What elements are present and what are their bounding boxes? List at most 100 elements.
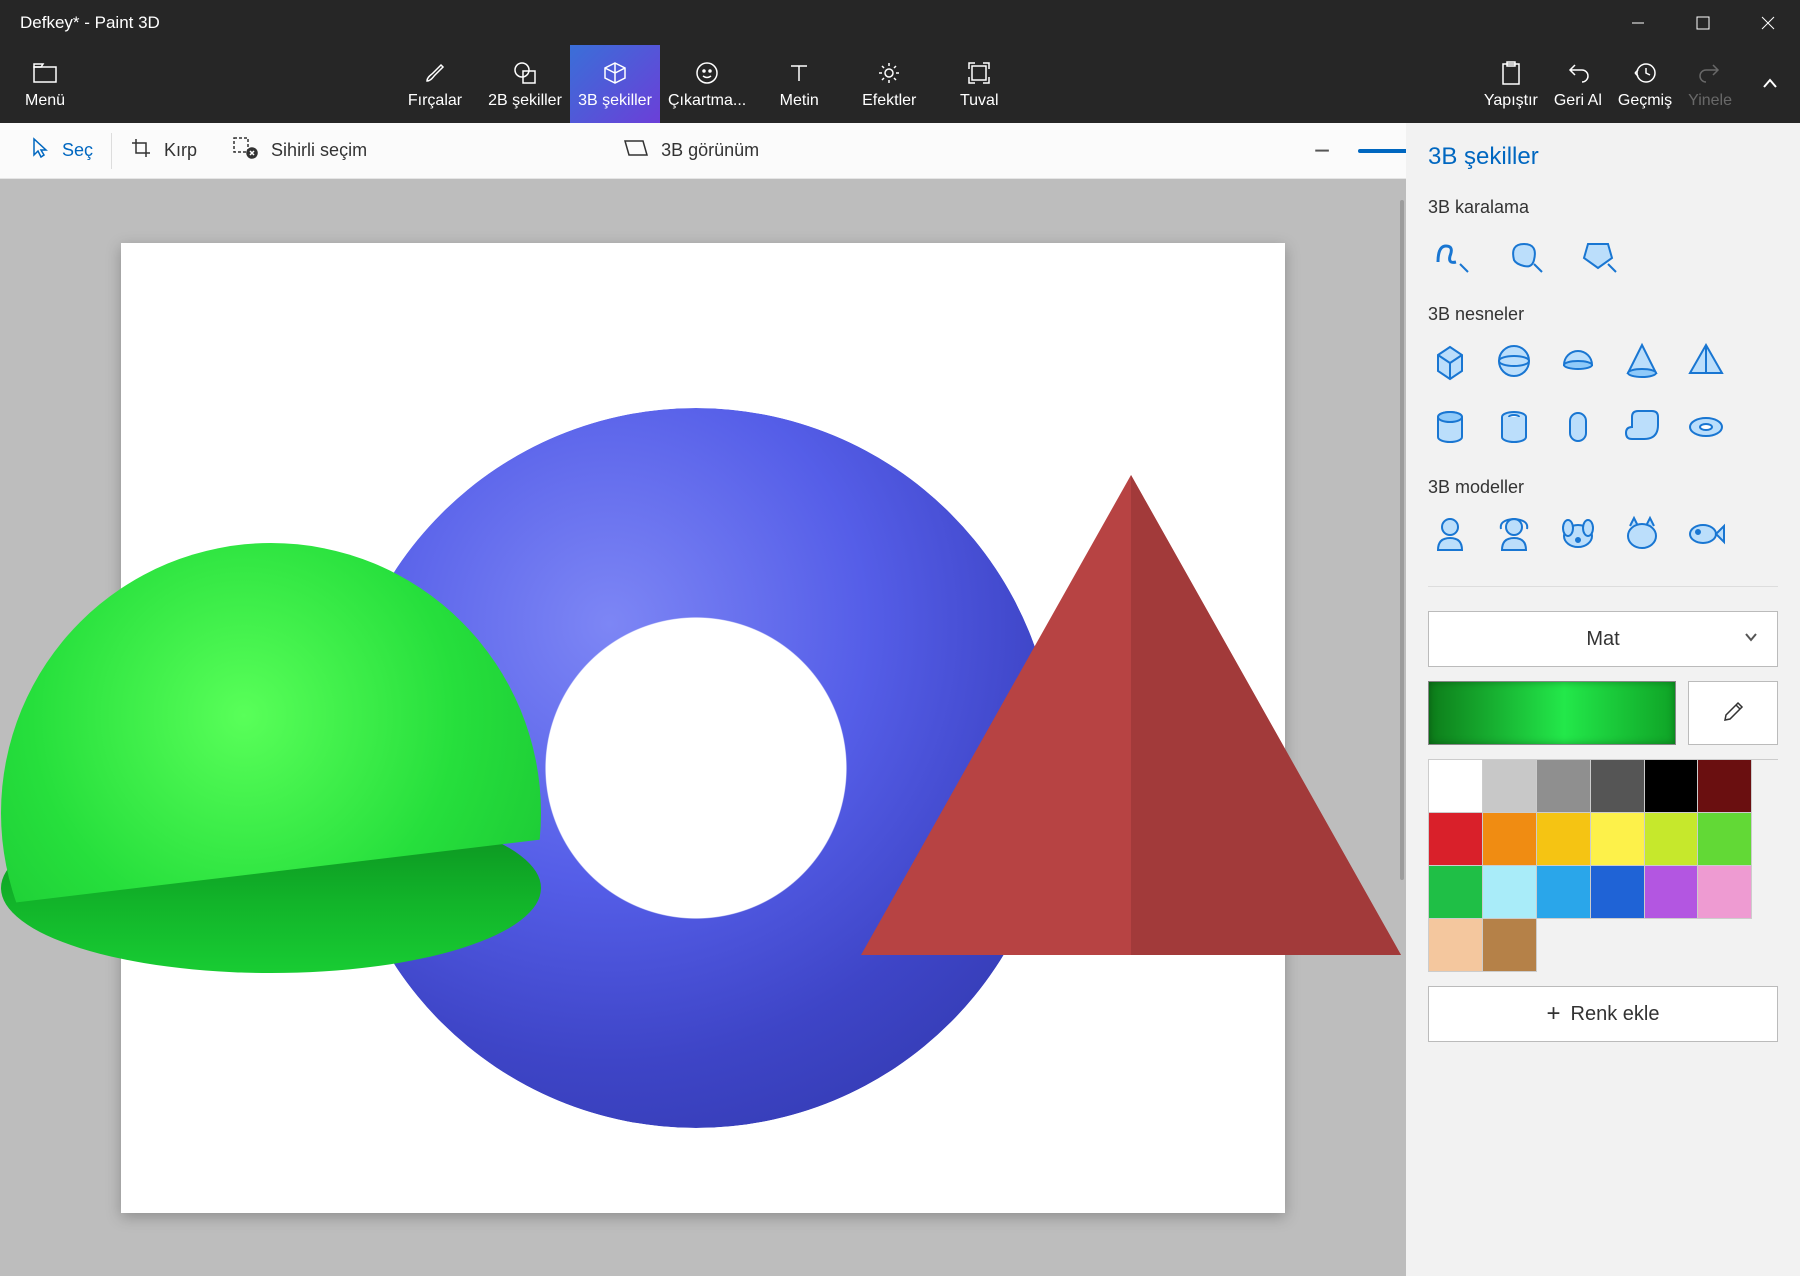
eyedropper-button[interactable] bbox=[1688, 681, 1778, 745]
models-grid bbox=[1428, 512, 1778, 556]
tab-effects[interactable]: Efektler bbox=[844, 45, 934, 123]
color-swatch-6[interactable] bbox=[1429, 813, 1483, 866]
tab-brushes[interactable]: Fırçalar bbox=[390, 45, 480, 123]
color-swatch-17[interactable] bbox=[1698, 866, 1752, 919]
tab-2d-shapes[interactable]: 2B şekiller bbox=[480, 45, 570, 123]
color-swatch-12[interactable] bbox=[1429, 866, 1483, 919]
color-swatch-15[interactable] bbox=[1591, 866, 1645, 919]
text-icon bbox=[787, 58, 811, 88]
menu-button[interactable]: Menü bbox=[0, 45, 90, 123]
canvas[interactable] bbox=[121, 243, 1285, 1213]
cone-button[interactable] bbox=[1620, 339, 1664, 383]
tab-canvas[interactable]: Tuval bbox=[934, 45, 1024, 123]
cube-icon bbox=[603, 58, 627, 88]
select-tool[interactable]: Seç bbox=[12, 123, 111, 178]
folder-icon bbox=[33, 58, 57, 88]
hemisphere-button[interactable] bbox=[1556, 339, 1600, 383]
curved-cylinder-button[interactable] bbox=[1620, 405, 1664, 449]
sphere-button[interactable] bbox=[1492, 339, 1536, 383]
woman-model-button[interactable] bbox=[1492, 512, 1536, 556]
color-swatch-11[interactable] bbox=[1698, 813, 1752, 866]
title-bar: Defkey* - Paint 3D bbox=[0, 0, 1800, 45]
color-swatch-19[interactable] bbox=[1483, 919, 1537, 972]
crop-tool[interactable]: Kırp bbox=[112, 123, 215, 178]
right-panel: 3B şekiller 3B karalama 3B nesneler 3B m… bbox=[1406, 123, 1800, 1276]
doodle-grid bbox=[1428, 232, 1778, 276]
doodle-tube-button[interactable] bbox=[1576, 232, 1620, 276]
dog-model-button[interactable] bbox=[1556, 512, 1600, 556]
canvas-icon bbox=[967, 58, 991, 88]
plus-icon: + bbox=[1547, 1000, 1561, 1028]
add-color-button[interactable]: + Renk ekle bbox=[1428, 986, 1778, 1042]
material-label: Mat bbox=[1586, 628, 1619, 651]
paste-button[interactable]: Yapıştır bbox=[1476, 45, 1546, 123]
window-title: Defkey* - Paint 3D bbox=[20, 13, 160, 33]
cylinder-button[interactable] bbox=[1428, 405, 1472, 449]
minimize-button[interactable] bbox=[1605, 0, 1670, 45]
doodle-soft-button[interactable] bbox=[1428, 232, 1472, 276]
objects-section-label: 3B nesneler bbox=[1428, 304, 1778, 325]
color-swatch-10[interactable] bbox=[1645, 813, 1699, 866]
effects-icon bbox=[877, 58, 901, 88]
tab-stickers[interactable]: Çıkartma... bbox=[660, 45, 754, 123]
cube-button[interactable] bbox=[1428, 339, 1472, 383]
undo-button[interactable]: Geri Al bbox=[1546, 45, 1610, 123]
color-swatch-14[interactable] bbox=[1537, 866, 1591, 919]
color-swatch-1[interactable] bbox=[1483, 760, 1537, 813]
chevron-down-icon bbox=[1743, 628, 1759, 651]
add-color-label: Renk ekle bbox=[1571, 1003, 1660, 1026]
view-3d-button[interactable]: 3B görünüm bbox=[605, 123, 777, 178]
color-swatch-7[interactable] bbox=[1483, 813, 1537, 866]
shapes-2d-icon bbox=[513, 58, 537, 88]
fish-model-button[interactable] bbox=[1684, 512, 1728, 556]
zoom-out-button[interactable]: − bbox=[1306, 135, 1338, 167]
brush-icon bbox=[423, 58, 447, 88]
view-3d-icon bbox=[623, 138, 649, 163]
color-swatch-2[interactable] bbox=[1537, 760, 1591, 813]
color-swatch-18[interactable] bbox=[1429, 919, 1483, 972]
redo-button[interactable]: Yinele bbox=[1680, 45, 1740, 123]
color-swatch-8[interactable] bbox=[1537, 813, 1591, 866]
cursor-icon bbox=[30, 137, 50, 164]
maximize-button[interactable] bbox=[1670, 0, 1735, 45]
magic-select-icon bbox=[233, 137, 259, 164]
sticker-icon bbox=[695, 58, 719, 88]
window-controls bbox=[1605, 0, 1800, 45]
magic-select-tool[interactable]: Sihirli seçim bbox=[215, 123, 385, 178]
close-button[interactable] bbox=[1735, 0, 1800, 45]
tab-3d-shapes[interactable]: 3B şekiller bbox=[570, 45, 660, 123]
color-swatch-0[interactable] bbox=[1429, 760, 1483, 813]
undo-icon bbox=[1566, 58, 1590, 88]
ribbon: Menü Fırçalar 2B şekiller 3B şekiller Çı… bbox=[0, 45, 1800, 123]
color-swatch-4[interactable] bbox=[1645, 760, 1699, 813]
clipboard-icon bbox=[1500, 58, 1522, 88]
man-model-button[interactable] bbox=[1428, 512, 1472, 556]
workspace[interactable] bbox=[0, 179, 1406, 1276]
history-button[interactable]: Geçmiş bbox=[1610, 45, 1680, 123]
current-color-swatch[interactable] bbox=[1428, 681, 1676, 745]
doodle-hard-button[interactable] bbox=[1502, 232, 1546, 276]
models-section-label: 3B modeller bbox=[1428, 477, 1778, 498]
pyramid-button[interactable] bbox=[1684, 339, 1728, 383]
panel-title: 3B şekiller bbox=[1428, 143, 1778, 171]
color-swatch-3[interactable] bbox=[1591, 760, 1645, 813]
crop-icon bbox=[130, 137, 152, 164]
pyramid-shade bbox=[1131, 475, 1401, 955]
color-palette bbox=[1428, 759, 1778, 972]
redo-icon bbox=[1698, 58, 1722, 88]
doodle-section-label: 3B karalama bbox=[1428, 197, 1778, 218]
color-swatch-9[interactable] bbox=[1591, 813, 1645, 866]
torus-button[interactable] bbox=[1684, 405, 1728, 449]
color-swatch-16[interactable] bbox=[1645, 866, 1699, 919]
color-swatch-5[interactable] bbox=[1698, 760, 1752, 813]
objects-grid bbox=[1428, 339, 1778, 449]
canvas-scrollbar[interactable] bbox=[1400, 200, 1404, 880]
history-icon bbox=[1633, 58, 1657, 88]
material-dropdown[interactable]: Mat bbox=[1428, 611, 1778, 667]
collapse-ribbon-button[interactable] bbox=[1740, 45, 1800, 123]
tube-button[interactable] bbox=[1492, 405, 1536, 449]
cat-model-button[interactable] bbox=[1620, 512, 1664, 556]
tab-text[interactable]: Metin bbox=[754, 45, 844, 123]
color-swatch-13[interactable] bbox=[1483, 866, 1537, 919]
capsule-button[interactable] bbox=[1556, 405, 1600, 449]
